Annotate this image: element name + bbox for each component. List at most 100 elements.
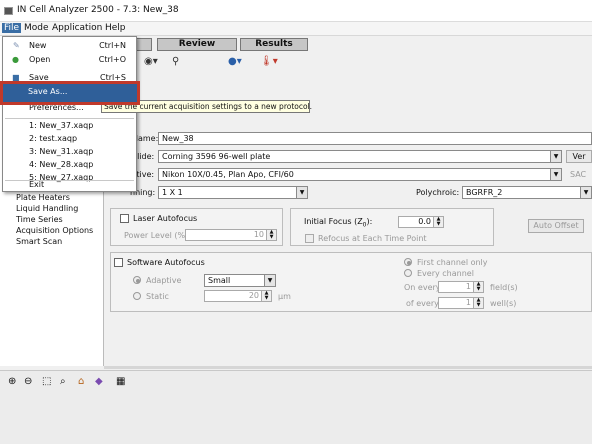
adaptive-select[interactable]: Small ▼	[204, 274, 276, 287]
every-channel-radio[interactable]	[404, 269, 412, 277]
initial-focus-label: Initial Focus (Z0):	[304, 217, 372, 229]
wells-label: well(s)	[490, 299, 517, 308]
chevron-down-icon: ▼	[550, 169, 561, 180]
stepper-arrows-icon: ▲ ▼	[433, 217, 443, 227]
refocus-checkbox[interactable]	[305, 234, 314, 243]
menu-item-recent-3[interactable]: 3: New_31.xaqp	[3, 145, 136, 159]
menu-item-recent-4-label: 4: New_28.xaqp	[29, 160, 94, 169]
nav-acquisition-options[interactable]: Acquisition Options	[16, 226, 93, 235]
adaptive-radio[interactable]	[133, 276, 141, 284]
home-icon[interactable]: ⌂	[78, 376, 84, 387]
menu-item-recent-3-label: 3: New_31.xaqp	[29, 147, 94, 156]
tab-review[interactable]: Review	[157, 38, 237, 51]
menu-item-recent-4[interactable]: 4: New_28.xaqp	[3, 158, 136, 172]
fields-label: field(s)	[490, 283, 518, 292]
stepper-arrows-icon: ▲ ▼	[266, 230, 276, 240]
chevron-down-icon: ▼	[550, 151, 561, 162]
menu-help[interactable]: Help	[103, 23, 128, 33]
name-input[interactable]: New_38	[158, 132, 592, 145]
zoom-fit-icon[interactable]: ⌕	[60, 376, 66, 387]
menu-item-recent-2[interactable]: 2: test.xaqp	[3, 132, 136, 146]
polychroic-value: BGRFR_2	[466, 188, 503, 197]
nav-smart-scan[interactable]: Smart Scan	[16, 237, 62, 246]
open-folder-icon: ●	[12, 55, 19, 64]
static-unit: µm	[278, 292, 291, 301]
adaptive-value: Small	[208, 276, 231, 285]
laser-autofocus-label: Laser Autofocus	[133, 214, 198, 223]
drop-icon[interactable]: ●▾	[228, 56, 242, 67]
first-channel-radio[interactable]	[404, 258, 412, 266]
static-radio[interactable]	[133, 292, 141, 300]
slide-select[interactable]: Corning 3596 96-well plate ▼	[158, 150, 562, 163]
window-title: IN Cell Analyzer 2500 - 7.3: New_38	[17, 5, 179, 15]
static-label: Static	[146, 292, 169, 301]
of-every-label: of every	[406, 299, 439, 308]
nav-liquid-handling[interactable]: Liquid Handling	[16, 204, 78, 213]
software-autofocus-checkbox[interactable]	[114, 258, 123, 267]
of-every-stepper[interactable]: 1 ▲ ▼	[438, 297, 484, 309]
zoom-in-icon[interactable]: ⊕	[8, 376, 16, 387]
eraser-icon[interactable]: ◆	[95, 376, 103, 387]
menu-item-new-shortcut: Ctrl+N	[99, 41, 126, 50]
nav-plate-heaters[interactable]: Plate Heaters	[16, 193, 70, 202]
initial-focus-text: Initial Focus (Z	[304, 217, 363, 226]
power-level-label: Power Level (%):	[124, 231, 191, 240]
initial-focus-stepper[interactable]: 0.0 ▲ ▼	[398, 216, 444, 228]
initial-focus-suffix: ):	[366, 217, 373, 226]
splitter[interactable]	[104, 366, 592, 369]
zoom-out-icon[interactable]: ⊖	[24, 376, 32, 387]
stepper-arrows-icon: ▲ ▼	[473, 298, 483, 308]
menu-mode[interactable]: Mode	[22, 23, 51, 33]
objective-select[interactable]: Nikon 10X/0.45, Plan Apo, CFI/60 ▼	[158, 168, 562, 181]
chevron-down-icon: ▼	[296, 187, 307, 198]
initial-focus-value: 0.0	[418, 217, 431, 226]
select-region-icon[interactable]: ⬚	[42, 376, 51, 387]
stage-icon[interactable]: ⚲	[172, 56, 179, 67]
menu-item-recent-2-label: 2: test.xaqp	[29, 134, 78, 143]
menu-item-recent-1-label: 1: New_37.xaqp	[29, 121, 94, 130]
objective-value: Nikon 10X/0.45, Plan Apo, CFI/60	[162, 170, 294, 179]
menu-application[interactable]: Application	[50, 23, 104, 33]
menu-item-open-shortcut: Ctrl+O	[98, 55, 126, 64]
target-icon[interactable]: ◉▾	[144, 56, 158, 67]
nav-time-series[interactable]: Time Series	[16, 215, 63, 224]
menu-item-recent-1[interactable]: 1: New_37.xaqp	[3, 119, 136, 133]
polychroic-select[interactable]: BGRFR_2 ▼	[462, 186, 592, 199]
every-channel-label: Every channel	[417, 269, 474, 278]
menu-item-new-label: New	[29, 41, 47, 50]
menu-item-open[interactable]: ● Open Ctrl+O	[3, 53, 136, 67]
sac-label: SAC	[570, 170, 587, 179]
static-stepper[interactable]: 20 ▲ ▼	[204, 290, 272, 302]
power-level-stepper[interactable]: 10 ▲ ▼	[185, 229, 277, 241]
menu-item-exit[interactable]: Exit	[3, 178, 136, 192]
app-icon	[4, 7, 13, 15]
polychroic-label: Polychroic:	[416, 188, 460, 197]
stepper-arrows-icon: ▲ ▼	[473, 282, 483, 292]
on-every-label: On every	[404, 283, 441, 292]
slide-ver-button[interactable]: Ver	[566, 150, 592, 163]
laser-autofocus-checkbox[interactable]	[120, 214, 129, 223]
binning-select[interactable]: 1 X 1 ▼	[158, 186, 308, 199]
binning-value: 1 X 1	[162, 188, 183, 197]
menu-item-save-as-label: Save As...	[28, 87, 68, 96]
menu-item-new[interactable]: ✎ New Ctrl+N	[3, 39, 136, 53]
power-level-value: 10	[253, 230, 264, 239]
on-every-stepper[interactable]: 1 ▲ ▼	[438, 281, 484, 293]
menu-file[interactable]: File	[2, 23, 22, 33]
auto-offset-button[interactable]: Auto Offset	[528, 219, 584, 233]
adaptive-label: Adaptive	[146, 276, 182, 285]
refocus-label: Refocus at Each Time Point	[318, 234, 427, 243]
tab-results[interactable]: Results	[240, 38, 308, 51]
software-autofocus-label: Software Autofocus	[127, 258, 205, 267]
file-menu-dropdown: ✎ New Ctrl+N ● Open Ctrl+O ■ Save Ctrl+S…	[2, 36, 137, 192]
of-every-value: 1	[465, 298, 471, 307]
first-channel-label: First channel only	[417, 258, 488, 267]
slide-value: Corning 3596 96-well plate	[162, 152, 271, 161]
static-value: 20	[248, 291, 259, 300]
chevron-down-icon: ▼	[264, 275, 275, 286]
thermometer-icon[interactable]: 🌡▾	[260, 56, 278, 67]
new-file-icon: ✎	[13, 41, 20, 50]
grid-icon[interactable]: ▦	[116, 376, 125, 387]
menu-item-save-as[interactable]: Save As...	[0, 81, 140, 105]
chevron-down-icon: ▼	[580, 187, 591, 198]
